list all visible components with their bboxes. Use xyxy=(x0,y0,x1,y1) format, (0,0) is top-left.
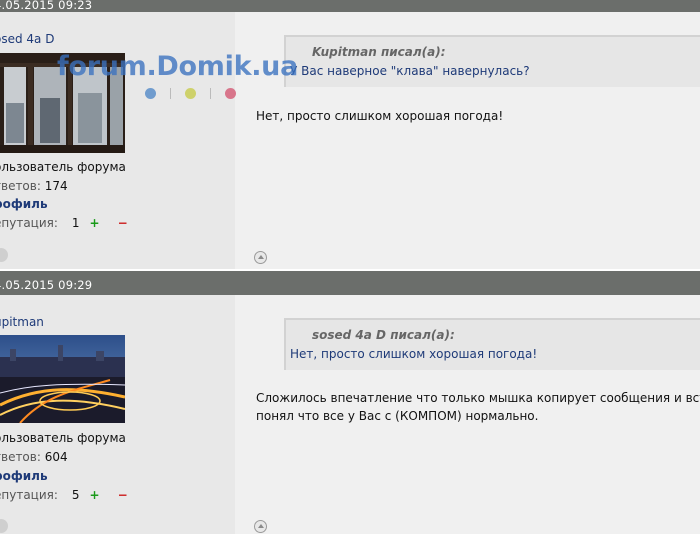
post-date: 4.05.2015 09:29 xyxy=(0,278,93,292)
post-body: Нет, просто слишком хорошая погода! xyxy=(256,107,503,125)
answers-count: 174 xyxy=(44,179,68,193)
scroll-top-icon[interactable] xyxy=(254,251,267,264)
rep-minus-button[interactable]: − xyxy=(118,216,128,230)
watermark-dots xyxy=(145,88,245,102)
post-content: sosed 4a D писал(а): Нет, просто слишком… xyxy=(235,295,700,534)
avatar[interactable] xyxy=(0,335,125,423)
rep-plus-button[interactable]: + xyxy=(90,488,100,502)
status-dot-icon xyxy=(0,519,8,533)
quote-block: Kupitman писал(а): У Вас наверное "клава… xyxy=(284,35,700,87)
post-content: Kupitman писал(а): У Вас наверное "клава… xyxy=(235,12,700,269)
rep-plus-button[interactable]: + xyxy=(90,216,100,230)
post-body-line: Сложилось впечатление что только мышка к… xyxy=(256,391,700,405)
quote-text: Нет, просто слишком хорошая погода! xyxy=(290,347,538,361)
username-link[interactable]: osed 4a D xyxy=(0,32,54,46)
user-role: ользователь форума xyxy=(0,160,126,174)
reputation: епутация: 5 + − xyxy=(0,488,128,502)
user-answers: тветов: 604 xyxy=(0,450,68,464)
divider xyxy=(210,88,211,99)
answers-label: тветов: xyxy=(0,450,41,464)
post-body-line: понял что все у Вас с (КОМПОМ) нормально… xyxy=(256,409,539,423)
quote-author: sosed 4a D писал(а): xyxy=(312,328,455,342)
status-dot-icon xyxy=(0,248,8,262)
rep-label: епутация: xyxy=(0,216,58,230)
rep-label: епутация: xyxy=(0,488,58,502)
quote-block: sosed 4a D писал(а): Нет, просто слишком… xyxy=(284,318,700,370)
quote-author: Kupitman писал(а): xyxy=(312,45,446,59)
username-link[interactable]: upitman xyxy=(0,315,44,329)
post-author-panel: upitman xyxy=(0,295,235,534)
scroll-top-icon[interactable] xyxy=(254,520,267,533)
rep-minus-button[interactable]: − xyxy=(118,488,128,502)
blue-dot-icon xyxy=(145,88,156,99)
rep-value: 1 xyxy=(71,216,80,230)
quote-text: У Вас наверное "клава" навернулась? xyxy=(290,64,530,78)
post-header: 4.05.2015 09:23 xyxy=(0,0,700,12)
post-date: 4.05.2015 09:23 xyxy=(0,0,93,12)
post-body-line: Нет, просто слишком хорошая погода! xyxy=(256,109,504,123)
post-body: Сложилось впечатление что только мышка к… xyxy=(256,389,700,425)
answers-label: тветов: xyxy=(0,179,41,193)
divider xyxy=(170,88,171,99)
post-header: 4.05.2015 09:29 xyxy=(0,271,700,295)
rep-value: 5 xyxy=(71,488,80,502)
yellow-dot-icon xyxy=(185,88,196,99)
profile-link[interactable]: рофиль xyxy=(0,197,48,211)
watermark-logo: forum.Domik.ua xyxy=(57,51,299,82)
profile-link[interactable]: рофиль xyxy=(0,469,48,483)
answers-count: 604 xyxy=(44,450,68,464)
reputation: епутация: 1 + − xyxy=(0,216,128,230)
pink-dot-icon xyxy=(225,88,236,99)
user-role: ользователь форума xyxy=(0,431,126,445)
user-answers: тветов: 174 xyxy=(0,179,68,193)
